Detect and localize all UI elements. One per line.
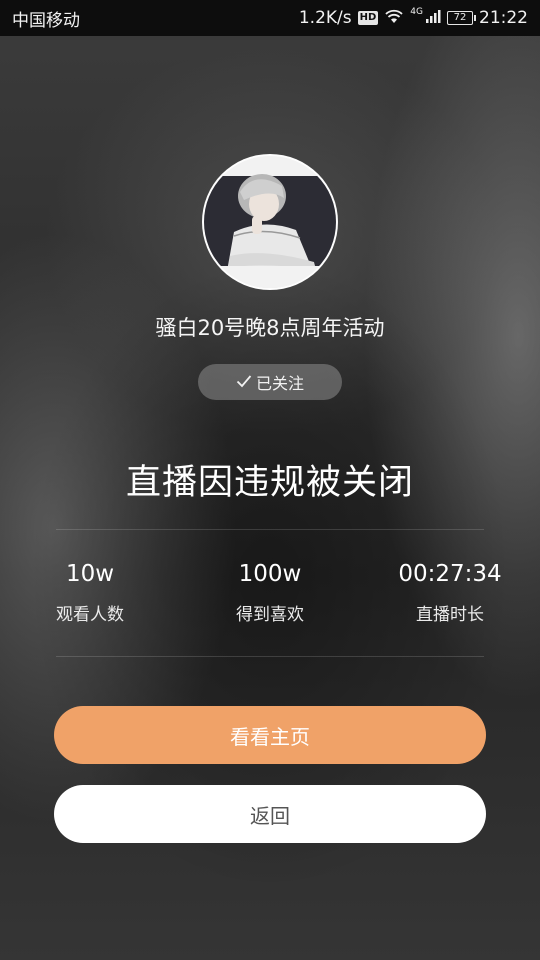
- status-indicators: 1.2K/s HD 4G 72 21:22: [298, 7, 528, 29]
- follow-label: 已关注: [255, 374, 304, 393]
- signal-type-label: 4G: [410, 7, 423, 17]
- wifi-icon: [384, 8, 404, 29]
- anchor-name: 骚白20号晚8点周年活动: [155, 316, 385, 340]
- network-speed: 1.2K/s: [298, 8, 352, 28]
- carrier-label: 中国移动: [12, 10, 80, 31]
- view-homepage-button[interactable]: 看看主页: [54, 706, 486, 764]
- stat-value: 10w: [65, 561, 115, 587]
- hd-badge: HD: [357, 11, 379, 25]
- stat-viewers: 10w 观看人数: [10, 556, 170, 625]
- live-closed-headline: 直播因违规被关闭: [125, 463, 414, 503]
- divider: [56, 529, 484, 530]
- stat-label: 观看人数: [56, 605, 124, 625]
- stat-duration: 00:27:34 直播时长: [370, 556, 530, 625]
- stat-value: 00:27:34: [398, 561, 502, 587]
- stat-label: 直播时长: [416, 605, 484, 625]
- battery-icon: 72: [447, 11, 476, 25]
- follow-status-button[interactable]: 已关注: [198, 364, 342, 400]
- avatar-illustration-icon: [204, 156, 336, 288]
- stat-value: 100w: [238, 561, 302, 587]
- stat-likes: 100w 得到喜欢: [190, 556, 350, 625]
- stat-label: 得到喜欢: [236, 605, 304, 625]
- signal-bars-icon: [425, 8, 441, 28]
- status-bar: 中国移动 1.2K/s HD 4G 72 21:22: [0, 0, 540, 36]
- live-ended-screen: 骚白20号晚8点周年活动 已关注 直播因违规被关闭 10w 观看人数 100w …: [0, 36, 540, 960]
- checkmark-icon: [236, 373, 252, 392]
- anchor-avatar[interactable]: [202, 154, 338, 290]
- live-stats: 10w 观看人数 100w 得到喜欢 00:27:34 直播时长: [0, 556, 540, 636]
- divider: [56, 656, 484, 657]
- back-button[interactable]: 返回: [54, 785, 486, 843]
- clock: 21:22: [479, 8, 528, 28]
